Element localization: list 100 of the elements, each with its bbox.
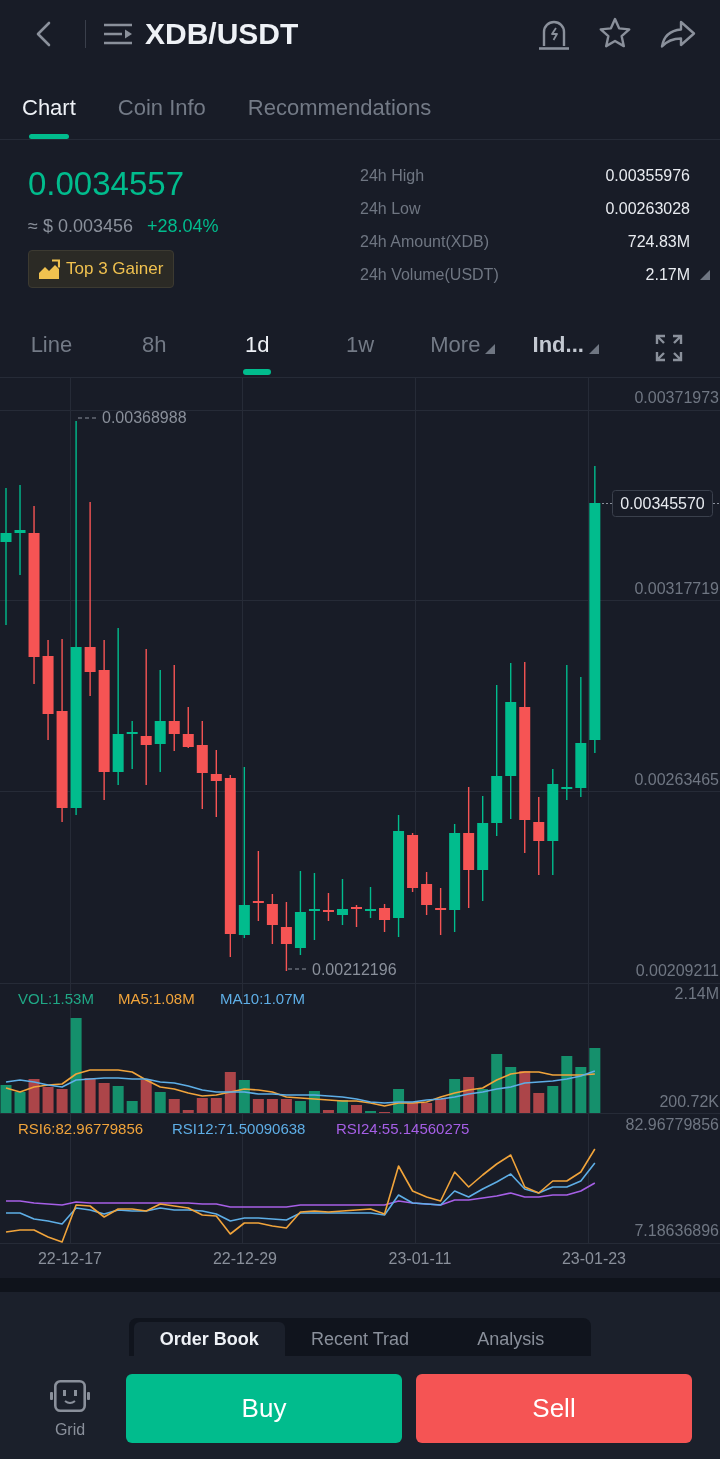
volume-legend-label: VOL:1.53M [18,990,94,1007]
volume-bar [519,1071,531,1113]
volume-bar [112,1086,124,1113]
candle [337,878,348,926]
volume-bar [42,1087,54,1113]
volume-bar [421,1103,433,1113]
volume-bar [393,1089,405,1113]
grid-button[interactable]: Grid [46,1374,94,1440]
last-price: 0.0034557 [28,164,184,204]
interval-tab[interactable]: 1w [345,331,375,359]
candle [182,706,194,749]
candle [308,872,320,941]
volume-bar [56,1089,68,1113]
volume-bar [210,1098,222,1113]
back-icon[interactable] [34,21,52,47]
volume-bar [533,1093,545,1113]
candle [351,904,362,928]
volume-bar [547,1086,559,1113]
volume-legend-label: MA10:1.07M [220,990,306,1007]
volume-bar [337,1100,348,1113]
volume-axis-label: 2.14M [674,985,719,1002]
stat-value: 2.17M [645,264,690,285]
date-axis-label: 22-12-17 [38,1250,102,1267]
candle [407,832,419,893]
volume-bar [154,1092,166,1113]
leader-line [287,968,309,970]
date-axis-label: 23-01-11 [388,1250,452,1267]
candle [210,749,222,818]
sheet-tab[interactable]: Recent Trad [284,1322,436,1356]
candle [365,886,376,919]
sell-button[interactable]: Sell [416,1374,692,1443]
volume-bar [280,1099,292,1113]
leader-line [77,417,99,419]
volume-bar [407,1103,419,1113]
price-axis-label: 0.00209211 [635,962,719,979]
tab[interactable]: Recommendations [247,95,432,139]
menu-button[interactable]: Ind... [532,331,599,359]
volume-bar [477,1089,489,1113]
volume-legend-label: MA5:1.08M [118,990,195,1007]
volume-bar [238,1080,250,1113]
date-axis-label: 22-12-29 [213,1250,277,1267]
share-icon[interactable] [660,19,696,49]
pair-title: XDB/USDT [145,17,299,51]
interval-tab[interactable]: 1d [243,331,272,375]
price-axis-label: 0.00371973 [634,389,719,406]
robot-icon [50,1380,90,1412]
candle [126,720,138,770]
menu-icon[interactable] [104,23,132,45]
rsi-axis-label: 82.96779856 [625,1116,719,1133]
rsi-legend-label: RSI6:82.96779856 [18,1120,144,1137]
volume-bar [266,1099,278,1113]
volume-bar [84,1078,96,1113]
menu-button[interactable]: More [430,331,496,359]
volume-bar [28,1079,40,1113]
caret-icon [588,344,599,354]
volume-bar [449,1079,461,1113]
candle [435,887,447,936]
stat-label: 24h Amount(XDB) [360,231,490,252]
fiat-price: ≈ $ 0.003456 [28,215,133,238]
stat-label: 24h High [360,165,426,186]
interval-tab[interactable]: Line [30,331,73,359]
rsi-axis-label: 7.18636896 [634,1222,719,1239]
tab[interactable]: Chart [22,95,76,139]
price-tag: 0.00345570 [612,490,713,517]
trend-chart-icon [38,259,60,279]
stat-label: 24h Volume(USDT) [360,264,500,285]
rsi-legend-label: RSI12:71.50090638 [172,1120,306,1137]
stat-value: 0.00263028 [605,198,690,219]
volume-bar [435,1099,447,1113]
tab[interactable]: Coin Info [117,95,206,139]
volume-bar [196,1098,208,1113]
volume-bar [0,1085,12,1113]
sheet-tab[interactable]: Order Book [134,1322,285,1356]
volume-bar [168,1099,180,1113]
volume-bar [322,1110,334,1113]
caret-icon[interactable] [700,269,710,280]
badge-label: Top 3 Gainer [66,259,164,279]
candle [379,903,391,933]
interval-tab[interactable]: 8h [142,331,167,359]
expand-icon[interactable] [654,334,683,362]
price-change: +28.04% [146,215,219,238]
volume-bar [182,1110,194,1113]
sheet-tab[interactable]: Analysis [435,1322,586,1356]
date-axis-label: 23-01-23 [562,1250,626,1267]
volume-bar [126,1101,138,1113]
candle [322,892,334,922]
price-axis-label: 0.00263465 [634,771,719,788]
stat-label: 24h Low [360,198,422,219]
volume-bar [491,1054,503,1113]
low-price-label: 0.00212196 [312,961,397,978]
volume-bar [505,1067,517,1113]
volume-bar [589,1048,601,1113]
volume-bar [561,1056,573,1113]
price-axis-label: 0.00317719 [634,580,719,597]
high-price-label: 0.00368988 [102,409,187,426]
rsi-legend-label: RSI24:55.14560275 [336,1120,470,1137]
volume-bar [252,1099,264,1113]
volume-bar [308,1091,320,1113]
candle [421,871,433,916]
buy-button[interactable]: Buy [126,1374,402,1443]
